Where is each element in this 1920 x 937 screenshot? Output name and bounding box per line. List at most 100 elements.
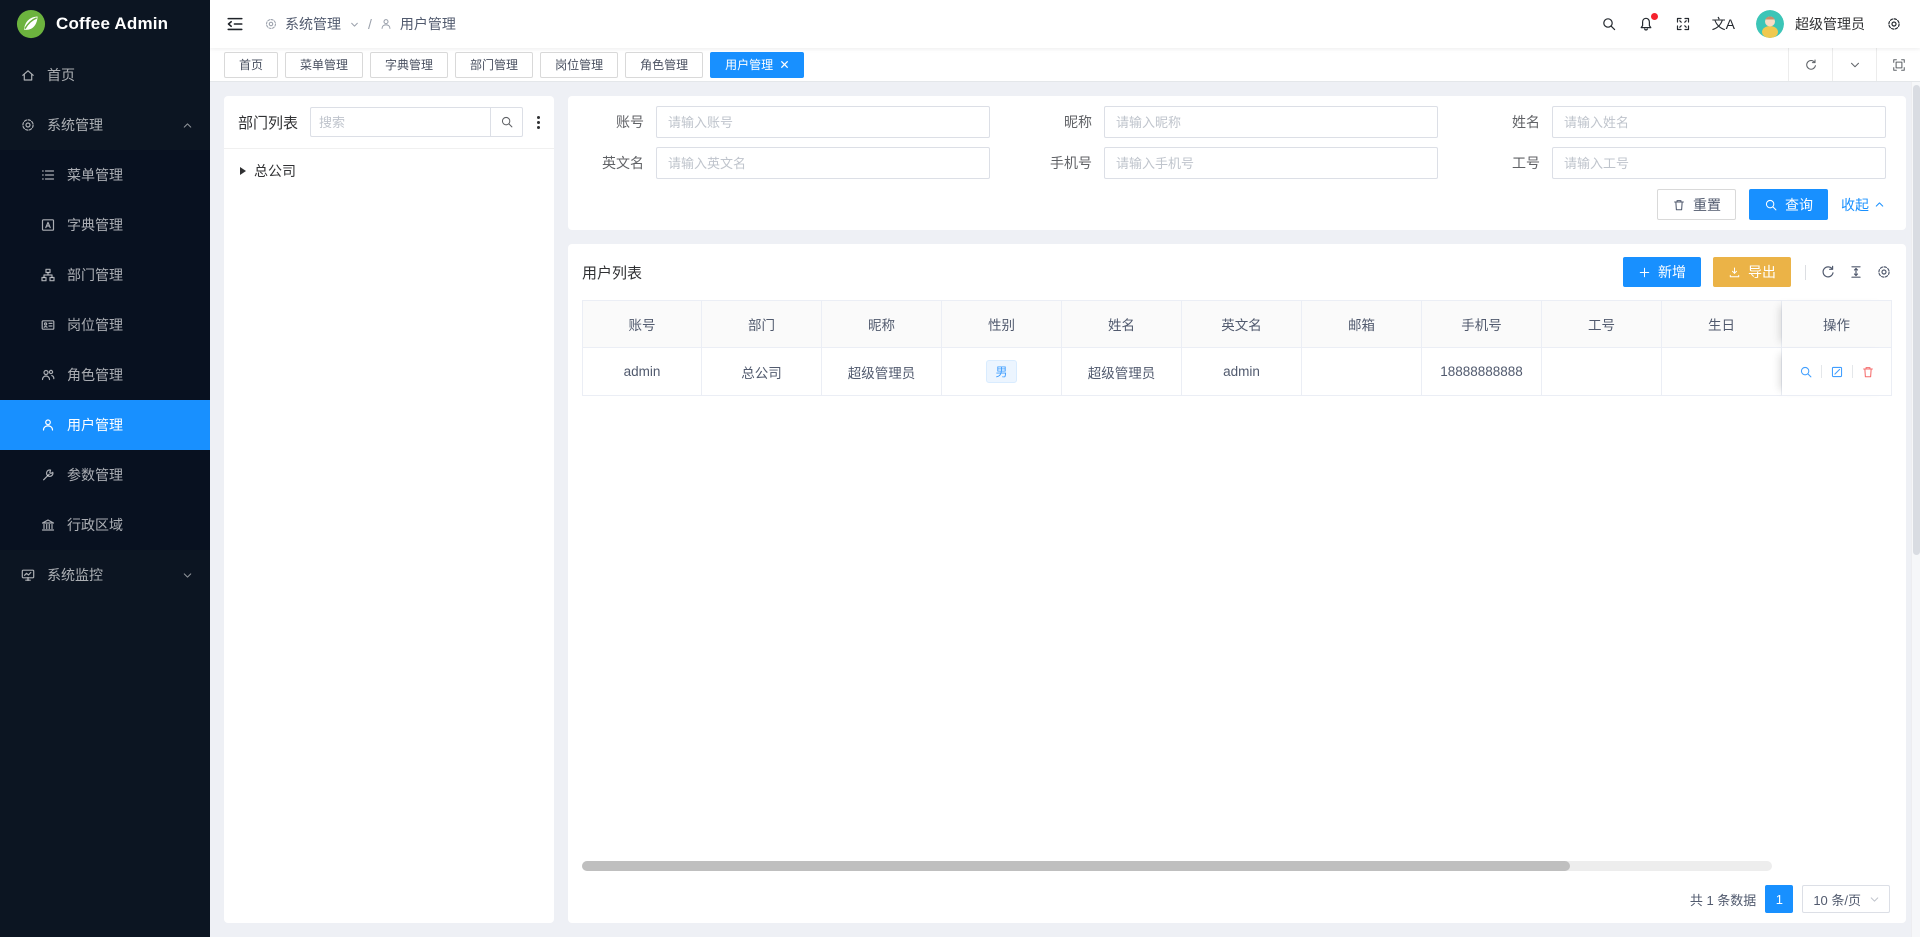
scrollbar-thumb[interactable] — [1913, 85, 1920, 555]
account-input[interactable] — [656, 106, 990, 138]
sidebar-item-user-mgmt[interactable]: 用户管理 — [0, 400, 210, 450]
add-user-button[interactable]: 新增 — [1623, 257, 1701, 287]
maximize-icon — [1892, 58, 1906, 72]
export-button[interactable]: 导出 — [1713, 257, 1791, 287]
gear-icon — [20, 117, 36, 133]
tab-dict-mgmt[interactable]: 字典管理 — [370, 52, 448, 78]
tree-node-company[interactable]: 总公司 — [240, 161, 538, 181]
edit-row-button[interactable] — [1830, 365, 1844, 379]
search-form-grid: 账号 昵称 姓名 英文名 — [582, 106, 1886, 179]
notifications-button[interactable] — [1638, 16, 1654, 32]
breadcrumb-item-user[interactable]: 用户管理 — [400, 14, 456, 34]
org-tree-icon — [40, 267, 56, 283]
search-icon — [500, 115, 514, 129]
tab-post-mgmt[interactable]: 岗位管理 — [540, 52, 618, 78]
reset-button[interactable]: 重置 — [1657, 189, 1736, 220]
column-settings-button[interactable] — [1876, 264, 1892, 280]
sidebar-item-home[interactable]: 首页 — [0, 50, 210, 100]
sidebar-item-dict-mgmt[interactable]: 字典管理 — [0, 200, 210, 250]
refresh-icon — [1804, 58, 1818, 72]
dept-search-input[interactable] — [310, 107, 490, 137]
dept-panel-header: 部门列表 — [224, 96, 554, 149]
delete-row-button[interactable] — [1861, 365, 1875, 379]
cell-email — [1302, 348, 1422, 396]
sidebar-item-param-mgmt[interactable]: 参数管理 — [0, 450, 210, 500]
sidebar-item-label: 菜单管理 — [67, 165, 123, 185]
current-user-name[interactable]: 超级管理员 — [1795, 14, 1865, 34]
field-label: 英文名 — [582, 153, 644, 173]
chevron-up-icon — [1873, 198, 1886, 211]
close-icon[interactable] — [780, 60, 789, 69]
field-label: 账号 — [582, 112, 644, 132]
gear-icon — [1886, 16, 1902, 32]
sidebar-item-menu-mgmt[interactable]: 菜单管理 — [0, 150, 210, 200]
chevron-up-icon — [181, 119, 194, 132]
tab-dept-mgmt[interactable]: 部门管理 — [455, 52, 533, 78]
table-actions: 新增 导出 — [1623, 257, 1892, 287]
job-no-input[interactable] — [1552, 147, 1886, 179]
phone-input[interactable] — [1104, 147, 1438, 179]
global-search-button[interactable] — [1601, 16, 1617, 32]
roles-icon — [40, 367, 56, 383]
bank-icon — [40, 517, 56, 533]
tab-user-mgmt[interactable]: 用户管理 — [710, 52, 804, 78]
sidebar-item-system-mgmt[interactable]: 系统管理 — [0, 100, 210, 150]
name-input[interactable] — [1552, 106, 1886, 138]
app-logo: Coffee Admin — [0, 0, 210, 48]
sidebar-item-system-monitor[interactable]: 系统监控 — [0, 550, 210, 600]
tabs-more-button[interactable] — [1832, 48, 1876, 81]
sidebar-item-post-mgmt[interactable]: 岗位管理 — [0, 300, 210, 350]
tab-home[interactable]: 首页 — [224, 52, 278, 78]
trash-icon — [1672, 198, 1686, 212]
cell-nickname: 超级管理员 — [822, 348, 942, 396]
download-icon — [1728, 266, 1741, 279]
right-column: 账号 昵称 姓名 英文名 — [568, 96, 1906, 923]
monitor-icon — [20, 567, 36, 583]
horizontal-scrollbar[interactable] — [582, 861, 1772, 871]
breadcrumb-item-system[interactable]: 系统管理 — [285, 14, 341, 34]
dept-more-menu-button[interactable] — [535, 114, 542, 131]
nickname-input[interactable] — [1104, 106, 1438, 138]
page-number-button[interactable]: 1 — [1765, 885, 1793, 913]
translate-icon: 文A — [1712, 17, 1735, 31]
sidebar-item-role-mgmt[interactable]: 角色管理 — [0, 350, 210, 400]
sidebar-collapse-button[interactable] — [226, 15, 244, 33]
en-name-input[interactable] — [656, 147, 990, 179]
content-maximize-button[interactable] — [1876, 48, 1920, 81]
avatar[interactable] — [1756, 10, 1784, 38]
row-height-button[interactable] — [1848, 264, 1864, 280]
top-navbar: 系统管理 / 用户管理 文A — [210, 0, 1920, 48]
page-size-select[interactable]: 10 条/页 — [1802, 885, 1890, 913]
cell-phone: 18888888888 — [1422, 348, 1542, 396]
table-row[interactable]: admin 总公司 超级管理员 男 超级管理员 admin 1888888888… — [582, 348, 1892, 396]
fullscreen-button[interactable] — [1675, 16, 1691, 32]
dept-search-button[interactable] — [490, 107, 523, 137]
chevron-down-icon — [1848, 58, 1862, 72]
tab-role-mgmt[interactable]: 角色管理 — [625, 52, 703, 78]
form-item-en-name: 英文名 — [582, 147, 990, 179]
trash-icon — [1861, 365, 1875, 379]
settings-button[interactable] — [1886, 16, 1902, 32]
collapse-form-link[interactable]: 收起 — [1841, 195, 1886, 215]
tab-menu-mgmt[interactable]: 菜单管理 — [285, 52, 363, 78]
column-header-job-no: 工号 — [1542, 300, 1662, 348]
page-tabs: 首页 菜单管理 字典管理 部门管理 岗位管理 角色管理 用户管理 — [210, 48, 1788, 81]
tree-expand-icon[interactable] — [240, 167, 246, 175]
tabs-refresh-button[interactable] — [1788, 48, 1832, 81]
form-item-job-no: 工号 — [1478, 147, 1886, 179]
search-button[interactable]: 查询 — [1749, 189, 1828, 220]
cell-dept: 总公司 — [702, 348, 822, 396]
cell-birthday — [1662, 348, 1782, 396]
column-header-nickname: 昵称 — [822, 300, 942, 348]
language-switch-button[interactable]: 文A — [1712, 17, 1735, 31]
sidebar-item-dept-mgmt[interactable]: 部门管理 — [0, 250, 210, 300]
sidebar-item-label: 岗位管理 — [67, 315, 123, 335]
pagination: 共 1 条数据 1 10 条/页 — [1690, 885, 1890, 913]
cell-job-no — [1542, 348, 1662, 396]
table-refresh-button[interactable] — [1820, 264, 1836, 280]
scrollbar-thumb[interactable] — [582, 861, 1570, 871]
sidebar-item-admin-region[interactable]: 行政区域 — [0, 500, 210, 550]
view-row-button[interactable] — [1799, 365, 1813, 379]
field-label: 手机号 — [1030, 153, 1092, 173]
page-vertical-scrollbar[interactable] — [1911, 82, 1920, 937]
